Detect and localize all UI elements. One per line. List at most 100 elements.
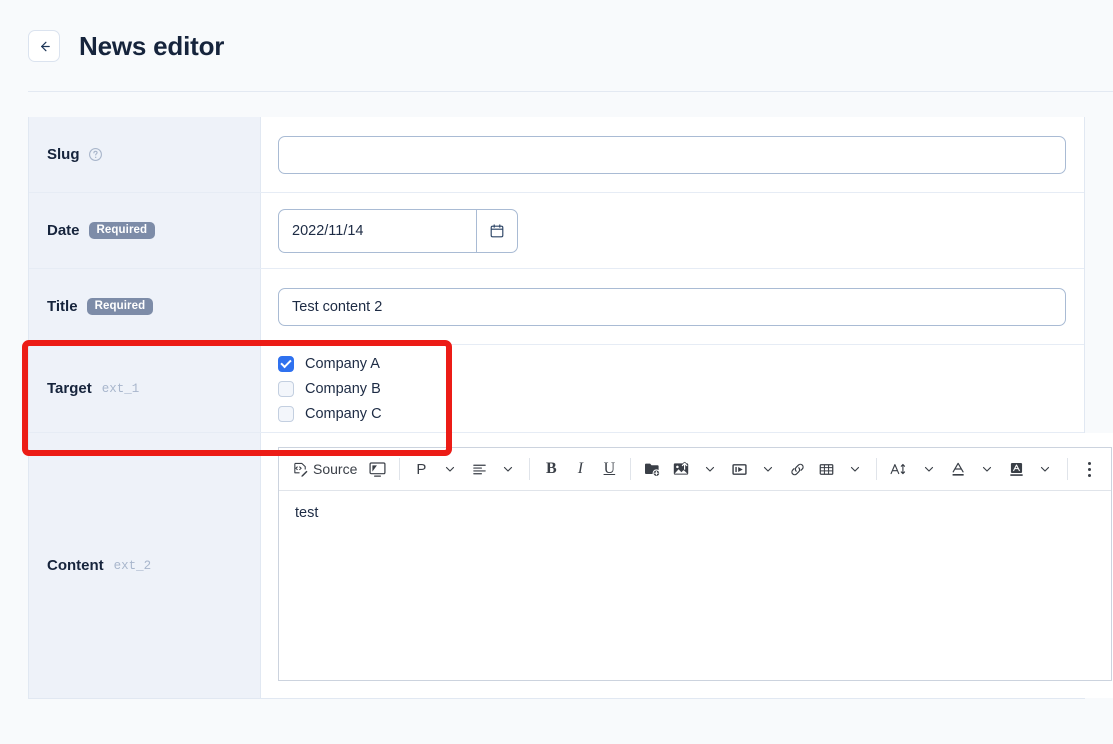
background-color-dropdown[interactable] (1031, 454, 1059, 484)
form-row-date: Date Required (29, 193, 1084, 269)
field-label-target: Target ext_1 (29, 345, 261, 432)
align-left-icon (473, 464, 486, 474)
checkbox-group-target: Company A Company B Company C (278, 345, 382, 432)
form-row-target: Target ext_1 Company A Company B Company… (29, 345, 1084, 433)
title-input[interactable] (278, 287, 1066, 326)
font-size-icon (890, 463, 906, 475)
label-text: Date (47, 222, 80, 239)
calendar-picker-button[interactable] (476, 208, 518, 253)
font-color-dropdown[interactable] (973, 454, 1001, 484)
checkbox-item-company-b[interactable]: Company B (278, 376, 382, 401)
toolbar-separator (876, 458, 878, 480)
link-icon (791, 463, 804, 475)
chevron-down-icon (704, 463, 716, 475)
page-header: News editor (0, 0, 1113, 92)
date-input-group (278, 208, 518, 253)
more-vertical-icon (1087, 461, 1091, 477)
font-size-dropdown[interactable] (915, 454, 943, 484)
background-color-icon (1009, 462, 1023, 476)
chevron-down-icon (849, 463, 861, 475)
font-size-button[interactable] (884, 454, 914, 484)
label-text: Content (47, 557, 104, 574)
required-badge: Required (88, 222, 156, 239)
editor-toolbar: Source P B I U (279, 448, 1112, 491)
field-note: ext_2 (113, 558, 152, 573)
form-row-slug: Slug (29, 117, 1084, 193)
text-align-button[interactable] (465, 454, 493, 484)
news-editor-form: Slug Date Required 2022/11/14 Title Requ… (28, 117, 1113, 699)
label-text: Slug (47, 146, 80, 163)
field-container-target: Company A Company B Company C (261, 345, 1084, 432)
arrow-left-icon (40, 41, 50, 51)
field-label-slug: Slug (29, 117, 261, 192)
chevron-down-icon (981, 463, 993, 475)
field-container-title (261, 269, 1084, 344)
toolbar-separator (399, 458, 401, 480)
underline-icon: U (603, 460, 616, 477)
required-badge: Required (86, 298, 154, 315)
table-dropdown[interactable] (841, 454, 869, 484)
chevron-down-icon (923, 463, 935, 475)
field-label-title: Title Required (29, 269, 261, 344)
page-title: News editor (79, 30, 225, 61)
source-code-icon (294, 462, 308, 477)
video-icon (732, 463, 747, 475)
field-label-date: Date Required (29, 193, 261, 268)
form-row-title: Title Required (29, 269, 1084, 345)
image-upload-button[interactable] (667, 454, 695, 484)
bold-button[interactable]: B (537, 454, 565, 484)
checkbox-box[interactable] (278, 380, 294, 397)
header-divider (28, 91, 1113, 92)
more-options-button[interactable] (1075, 454, 1103, 484)
field-container-content: Source P B I U test (261, 433, 1113, 698)
date-input[interactable] (278, 208, 476, 253)
checkbox-box[interactable] (278, 355, 294, 372)
paragraph-format-button[interactable]: P (407, 454, 435, 484)
question-circle-icon[interactable] (88, 147, 103, 162)
checkbox-item-company-c[interactable]: Company C (278, 401, 382, 426)
paragraph-format-dropdown[interactable] (436, 454, 464, 484)
underline-button[interactable]: U (595, 454, 623, 484)
field-label-content: Content ext_2 (29, 433, 261, 698)
folder-add-icon (645, 463, 661, 478)
editor-content-area[interactable]: test (279, 491, 1111, 680)
video-button[interactable] (725, 454, 753, 484)
field-note: ext_1 (101, 381, 140, 396)
toolbar-separator (529, 458, 531, 480)
table-icon (819, 463, 834, 475)
source-button[interactable]: Source (287, 454, 362, 484)
image-upload-dropdown[interactable] (696, 454, 724, 484)
maximize-screen-icon (369, 461, 386, 477)
checkbox-box[interactable] (278, 405, 294, 422)
image-upload-icon (674, 462, 689, 475)
table-button[interactable] (812, 454, 840, 484)
toolbar-separator (1067, 458, 1069, 480)
background-color-button[interactable] (1002, 454, 1030, 484)
source-label: Source (313, 461, 358, 477)
rich-text-editor: Source P B I U test (278, 447, 1113, 681)
font-color-button[interactable] (944, 454, 972, 484)
toolbar-separator (630, 458, 632, 480)
text-align-dropdown[interactable] (494, 454, 522, 484)
checkbox-label: Company C (305, 405, 382, 422)
field-container-slug (261, 117, 1084, 192)
calendar-icon (490, 223, 504, 237)
label-text: Target (47, 380, 92, 397)
checkbox-item-company-a[interactable]: Company A (278, 351, 382, 376)
checkbox-label: Company A (305, 355, 380, 372)
field-container-date (261, 193, 1084, 268)
checkbox-label: Company B (305, 380, 381, 397)
chevron-down-icon (762, 463, 774, 475)
chevron-down-icon (444, 463, 456, 475)
chevron-down-icon (1039, 463, 1051, 475)
link-button[interactable] (783, 454, 811, 484)
video-dropdown[interactable] (754, 454, 782, 484)
font-color-icon (952, 462, 964, 476)
fullscreen-button[interactable] (363, 454, 392, 484)
back-button[interactable] (28, 30, 60, 62)
paragraph-format-icon: P (416, 460, 427, 478)
italic-button[interactable]: I (566, 454, 594, 484)
chevron-down-icon (502, 463, 514, 475)
file-upload-button[interactable] (638, 454, 666, 484)
slug-input[interactable] (278, 135, 1066, 174)
